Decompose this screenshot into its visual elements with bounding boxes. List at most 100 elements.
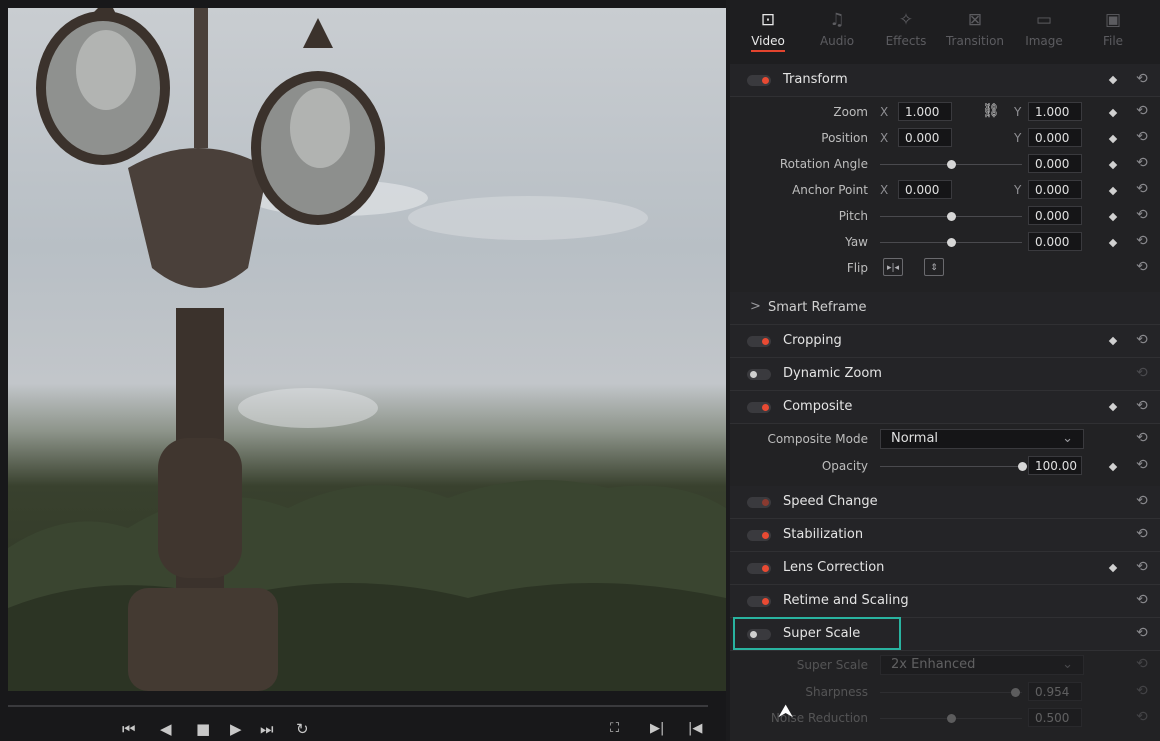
- zoom-label: Zoom: [833, 105, 868, 119]
- keyframe-icon[interactable]: [1108, 563, 1118, 573]
- tab-audio[interactable]: ♫ Audio: [807, 8, 867, 48]
- keyframe-icon[interactable]: [1108, 75, 1118, 85]
- stop-icon[interactable]: ■: [196, 720, 210, 738]
- opacity-field[interactable]: 100.00: [1028, 456, 1082, 475]
- position-y-field[interactable]: 0.000: [1028, 128, 1082, 147]
- anchor-x-axis: X: [880, 183, 889, 197]
- reset-icon[interactable]: ⟲: [1136, 259, 1148, 275]
- chevron-down-icon: ⌄: [1062, 431, 1073, 446]
- yaw-field[interactable]: 0.000: [1028, 232, 1082, 251]
- transform-toggle[interactable]: [747, 75, 771, 86]
- position-row: Position X 0.000 Y 0.000 ⟲: [730, 126, 1160, 151]
- tab-video[interactable]: ⊡ Video: [738, 8, 798, 52]
- reset-icon[interactable]: ⟲: [1136, 559, 1148, 575]
- composite-header[interactable]: Composite ⟲: [730, 391, 1160, 424]
- speed-change-header[interactable]: Speed Change ⟲: [730, 486, 1160, 519]
- play-reverse-icon[interactable]: ◀: [160, 720, 172, 738]
- zoom-x-field[interactable]: 1.000: [898, 102, 952, 121]
- composite-toggle[interactable]: [747, 402, 771, 413]
- flip-horizontal-icon[interactable]: ▸|◂: [883, 258, 903, 276]
- composite-mode-value: Normal: [891, 431, 939, 446]
- rotation-field[interactable]: 0.000: [1028, 154, 1082, 173]
- lens-correction-toggle[interactable]: [747, 563, 771, 574]
- music-note-icon: ♫: [829, 10, 845, 30]
- keyframe-icon[interactable]: [1108, 336, 1118, 346]
- dynamic-zoom-toggle[interactable]: [747, 369, 771, 380]
- retime-scaling-header[interactable]: Retime and Scaling ⟲: [730, 585, 1160, 618]
- prev-edit-icon[interactable]: |◀: [688, 720, 702, 738]
- reset-icon[interactable]: ⟲: [1136, 365, 1148, 381]
- reset-icon[interactable]: ⟲: [1136, 457, 1148, 473]
- cropping-toggle[interactable]: [747, 336, 771, 347]
- reset-icon[interactable]: ⟲: [1136, 233, 1148, 249]
- dynamic-zoom-header[interactable]: Dynamic Zoom ⟲: [730, 358, 1160, 391]
- keyframe-icon[interactable]: [1108, 238, 1118, 248]
- jump-to-end-icon[interactable]: ⏭: [260, 720, 274, 738]
- keyframe-icon[interactable]: [1108, 462, 1118, 472]
- reset-icon[interactable]: ⟲: [1136, 207, 1148, 223]
- reset-icon[interactable]: ⟲: [1136, 625, 1148, 641]
- tab-label: Video: [751, 34, 785, 52]
- jump-to-start-icon[interactable]: ⏮: [122, 720, 136, 738]
- cropping-header[interactable]: Cropping ⟲: [730, 325, 1160, 358]
- flip-vertical-icon[interactable]: ⇕: [924, 258, 944, 276]
- anchor-x-field[interactable]: 0.000: [898, 180, 952, 199]
- reset-icon[interactable]: ⟲: [1136, 526, 1148, 542]
- transform-header[interactable]: Transform ⟲: [730, 64, 1160, 97]
- yaw-row: Yaw 0.000 ⟲: [730, 230, 1160, 255]
- tab-image[interactable]: ▭ Image: [1014, 8, 1074, 48]
- position-x-field[interactable]: 0.000: [898, 128, 952, 147]
- pitch-field[interactable]: 0.000: [1028, 206, 1082, 225]
- sharpness-field[interactable]: 0.954: [1028, 682, 1082, 701]
- noise-reduction-slider[interactable]: [880, 714, 1022, 723]
- keyframe-icon[interactable]: [1108, 402, 1118, 412]
- keyframe-icon[interactable]: [1108, 160, 1118, 170]
- reset-icon[interactable]: ⟲: [1136, 398, 1148, 414]
- match-frame-icon[interactable]: ⛶: [610, 720, 619, 738]
- speed-change-toggle[interactable]: [747, 497, 771, 508]
- reset-icon[interactable]: ⟲: [1136, 656, 1148, 672]
- play-icon[interactable]: ▶: [230, 720, 242, 738]
- reset-icon[interactable]: ⟲: [1136, 129, 1148, 145]
- super-scale-dropdown[interactable]: 2x Enhanced ⌄: [880, 655, 1084, 675]
- composite-mode-label: Composite Mode: [767, 432, 868, 446]
- yaw-slider[interactable]: [880, 238, 1022, 247]
- reset-icon[interactable]: ⟲: [1136, 592, 1148, 608]
- reset-icon[interactable]: ⟲: [1136, 493, 1148, 509]
- position-y-axis: Y: [1014, 131, 1022, 145]
- super-scale-highlight: [733, 617, 901, 650]
- smart-reframe-header[interactable]: > Smart Reframe: [730, 292, 1160, 325]
- reset-icon[interactable]: ⟲: [1136, 332, 1148, 348]
- reset-icon[interactable]: ⟲: [1136, 430, 1148, 446]
- zoom-y-field[interactable]: 1.000: [1028, 102, 1082, 121]
- reset-icon[interactable]: ⟲: [1136, 709, 1148, 725]
- keyframe-icon[interactable]: [1108, 108, 1118, 118]
- composite-mode-dropdown[interactable]: Normal ⌄: [880, 429, 1084, 449]
- lens-correction-header[interactable]: Lens Correction ⟲: [730, 552, 1160, 585]
- pitch-slider[interactable]: [880, 212, 1022, 221]
- rotation-slider[interactable]: [880, 160, 1022, 169]
- keyframe-icon[interactable]: [1108, 212, 1118, 222]
- playback-scrubber[interactable]: [8, 705, 708, 707]
- sharpness-slider[interactable]: [880, 688, 1022, 697]
- image-icon: ▭: [1035, 10, 1053, 30]
- reset-icon[interactable]: ⟲: [1136, 181, 1148, 197]
- stabilization-header[interactable]: Stabilization ⟲: [730, 519, 1160, 552]
- reset-icon[interactable]: ⟲: [1136, 71, 1148, 87]
- noise-reduction-field[interactable]: 0.500: [1028, 708, 1082, 727]
- retime-scaling-toggle[interactable]: [747, 596, 771, 607]
- tab-transition[interactable]: ⊠ Transition: [945, 8, 1005, 48]
- loop-icon[interactable]: ↻: [296, 720, 309, 738]
- next-frame-icon[interactable]: ▶|: [650, 720, 664, 738]
- tab-file[interactable]: ▣ File: [1083, 8, 1143, 48]
- opacity-slider[interactable]: [880, 462, 1027, 471]
- reset-icon[interactable]: ⟲: [1136, 683, 1148, 699]
- keyframe-icon[interactable]: [1108, 134, 1118, 144]
- keyframe-icon[interactable]: [1108, 186, 1118, 196]
- stabilization-toggle[interactable]: [747, 530, 771, 541]
- reset-icon[interactable]: ⟲: [1136, 155, 1148, 171]
- link-icon[interactable]: ⛓: [982, 103, 1000, 119]
- anchor-y-field[interactable]: 0.000: [1028, 180, 1082, 199]
- tab-effects[interactable]: ✧ Effects: [876, 8, 936, 48]
- reset-icon[interactable]: ⟲: [1136, 103, 1148, 119]
